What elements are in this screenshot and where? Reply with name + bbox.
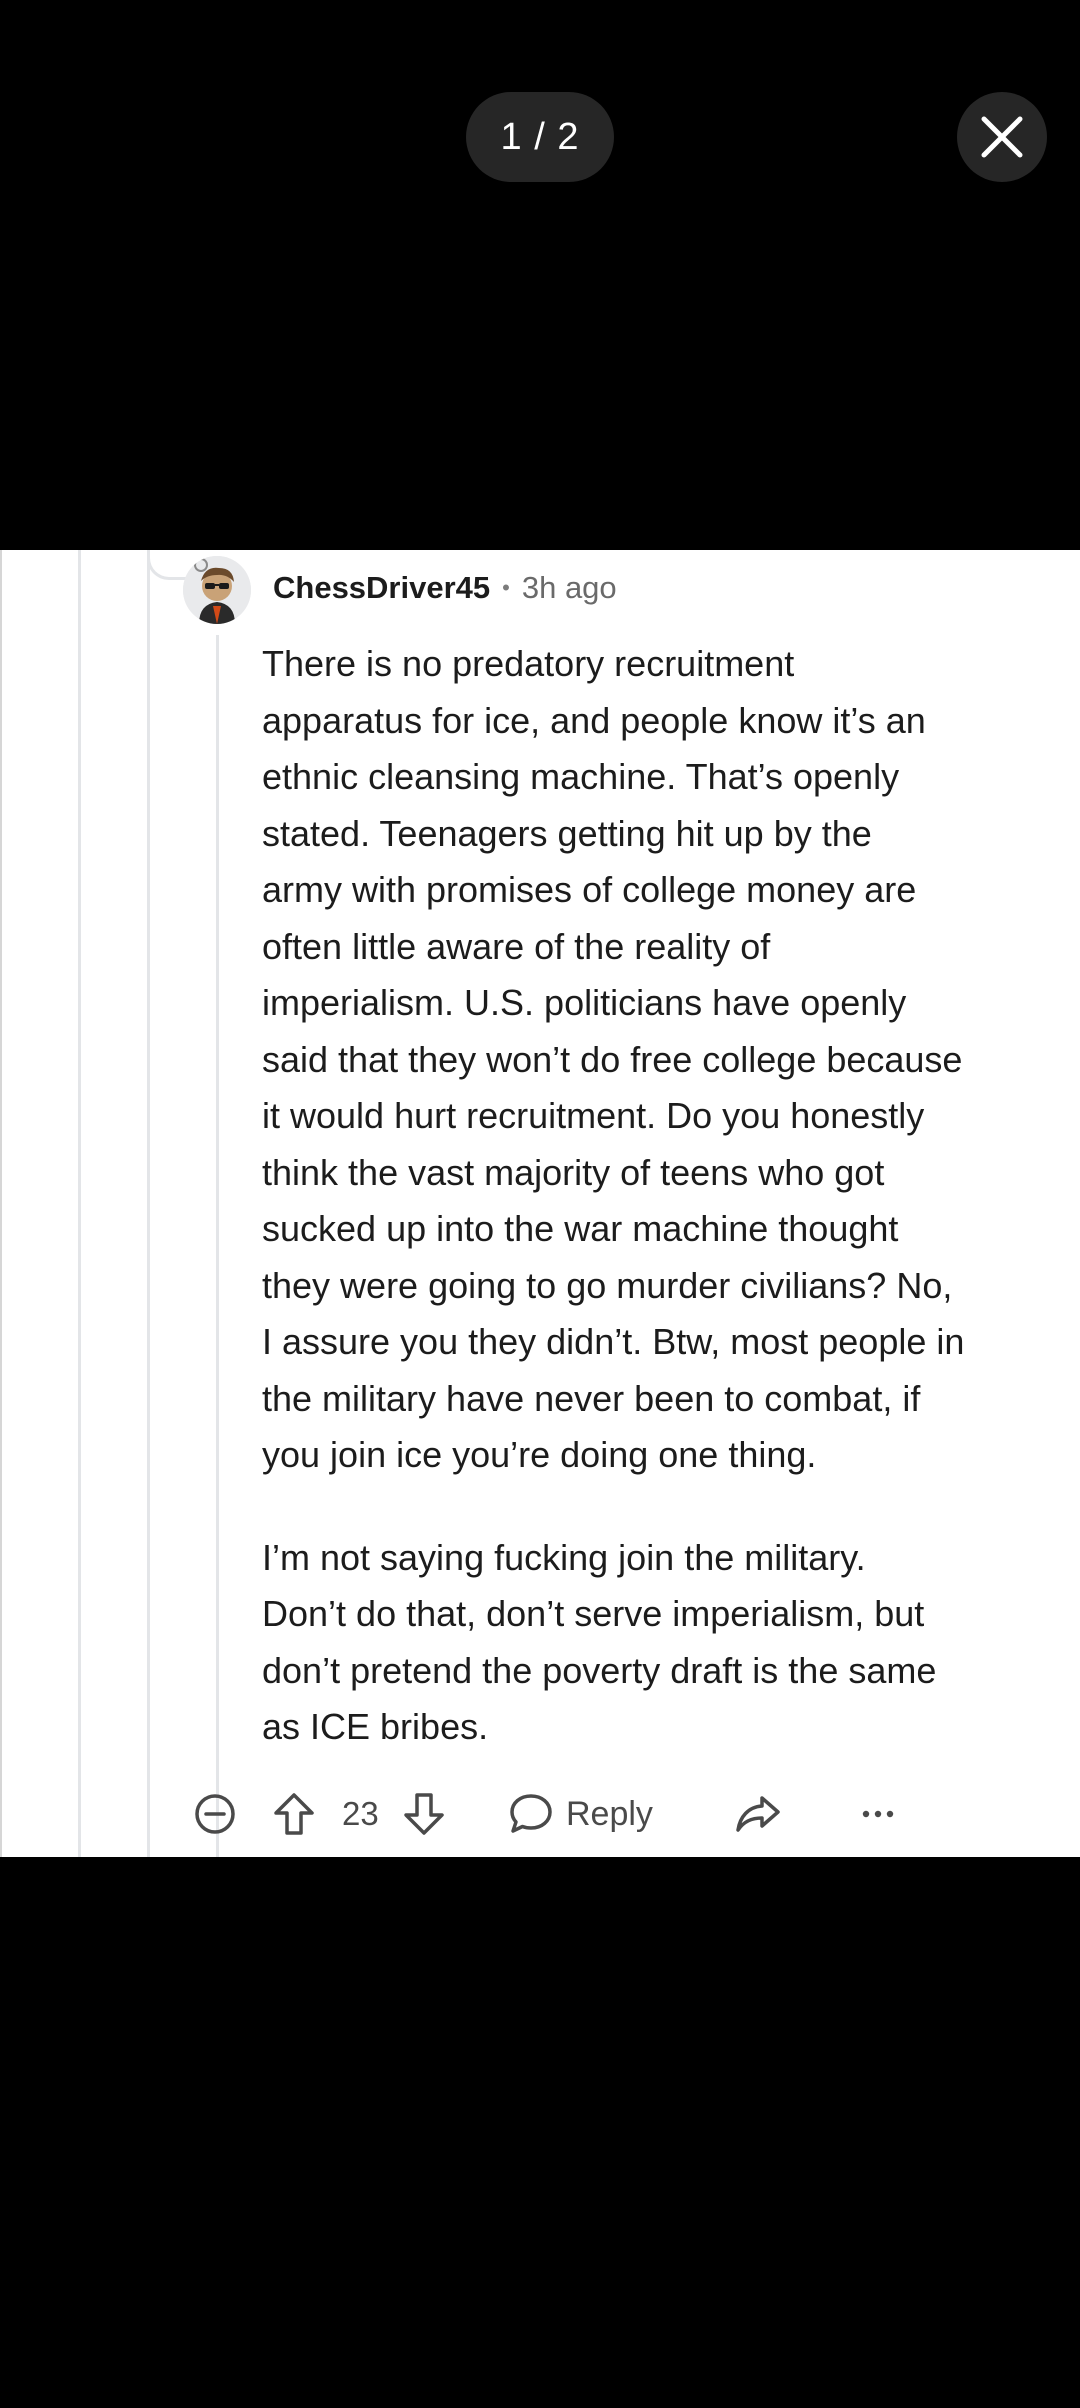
downvote-button[interactable] <box>402 1786 446 1842</box>
more-options-button[interactable] <box>860 1786 896 1842</box>
avatar-icon <box>183 556 251 624</box>
comment-paragraph: There is no predatory recruitment appara… <box>262 643 965 1475</box>
score: 23 <box>342 1786 379 1842</box>
timestamp: 3h ago <box>521 570 617 605</box>
comment-meta: ChessDriver45 • 3h ago <box>273 566 617 610</box>
card-edge <box>0 550 2 1857</box>
share-button[interactable] <box>734 1786 782 1842</box>
share-icon <box>736 1796 780 1832</box>
thread-line <box>147 550 150 1857</box>
comment-card: ChessDriver45 • 3h ago There is no preda… <box>0 550 1080 1857</box>
thread-line <box>78 550 81 1857</box>
thread-branch <box>147 550 187 580</box>
collapse-thread-line[interactable] <box>216 635 219 1857</box>
reply-label: Reply <box>566 1794 653 1833</box>
comment-action-bar: 23 Reply <box>190 1786 1070 1842</box>
collapse-icon <box>195 1794 235 1834</box>
username[interactable]: ChessDriver45 <box>273 570 490 606</box>
avatar[interactable] <box>183 556 251 624</box>
comment-paragraph: I’m not saying fucking join the military… <box>262 1536 937 1748</box>
more-icon <box>862 1810 894 1818</box>
close-icon <box>981 116 1023 158</box>
page-counter: 1 / 2 <box>466 92 614 182</box>
upvote-icon <box>274 1793 314 1835</box>
downvote-icon <box>404 1793 444 1835</box>
close-button[interactable] <box>957 92 1047 182</box>
meta-separator: • <box>502 575 510 600</box>
collapse-button[interactable] <box>194 1786 236 1842</box>
upvote-button[interactable] <box>272 1786 316 1842</box>
score-value: 23 <box>342 1795 379 1832</box>
comment-body: There is no predatory recruitment appara… <box>262 636 1062 1756</box>
reply-button[interactable]: Reply <box>508 1786 653 1842</box>
reply-icon <box>510 1794 552 1833</box>
